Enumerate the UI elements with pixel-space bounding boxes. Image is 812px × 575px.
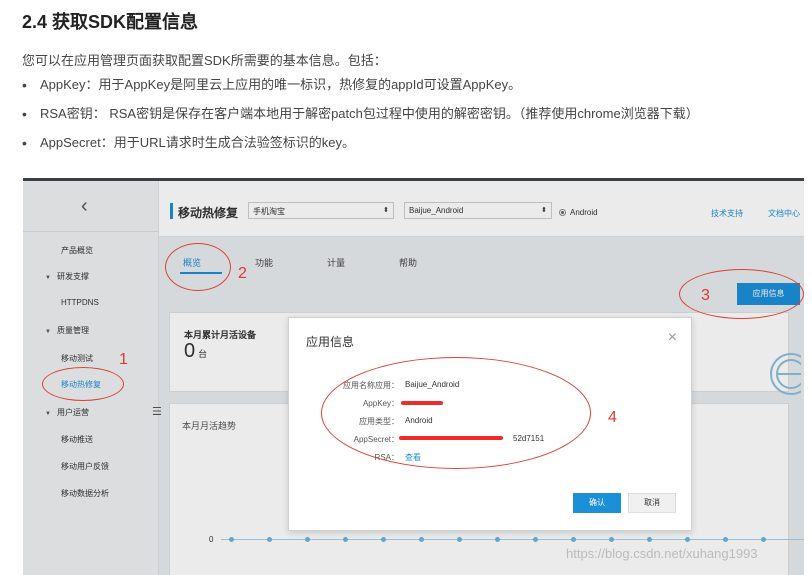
cancel-button[interactable]: 取消	[628, 493, 676, 513]
annotation-ring-4	[321, 357, 591, 469]
list-item: • AppKey：用于AppKey是阿里云上应用的唯一标识，热修复的appId可设…	[22, 77, 522, 93]
annotation-number-3: 3	[701, 287, 710, 304]
annotation-number-4: 4	[608, 409, 617, 426]
list-item: • AppSecret：用于URL请求时生成合法验签标识的key。	[22, 135, 355, 151]
confirm-button[interactable]: 确认	[573, 493, 621, 513]
console-screenshot: ‹ 产品概览 研发支撑 HTTPDNS 质量管理 移动测试 移动热修复 用户运营…	[23, 178, 804, 575]
annotation-ring-2	[165, 243, 231, 291]
annotation-number-1: 1	[119, 351, 128, 368]
section-title: 2.4 获取SDK配置信息	[22, 12, 199, 32]
annotation-ring-3	[679, 269, 804, 319]
dialog-title: 应用信息	[306, 335, 355, 349]
annotation-ring-1	[42, 367, 124, 401]
close-icon[interactable]: ×	[668, 329, 677, 347]
list-item: • RSA密钥： RSA密钥是保存在客户端本地用于解密patch包过程中使用的解密…	[22, 106, 699, 122]
annotation-number-2: 2	[238, 265, 247, 282]
intro-text: 您可以在应用管理页面获取配置SDK所需要的基本信息。包括：	[22, 53, 387, 68]
info-list: • AppKey：用于AppKey是阿里云上应用的唯一标识，热修复的appId可设…	[22, 75, 699, 162]
watermark: https://blog.csdn.net/xuhang1993	[566, 546, 758, 561]
